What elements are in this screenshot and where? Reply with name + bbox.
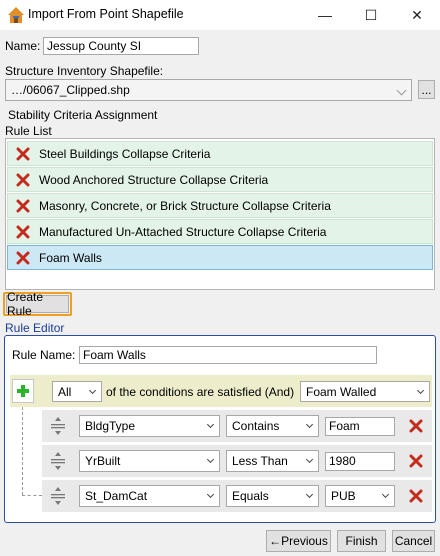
drag-handle-icon[interactable] <box>50 416 66 436</box>
name-input[interactable]: Jessup County SI <box>43 37 199 55</box>
chevron-down-icon <box>305 420 314 429</box>
shapefile-combo[interactable]: …/06067_Clipped.shp <box>5 79 412 101</box>
result-select[interactable]: Foam Walled <box>300 381 430 402</box>
app-house-icon <box>8 7 24 23</box>
rule-name-input[interactable]: Foam Walls <box>79 346 377 364</box>
delete-x-icon <box>409 454 423 468</box>
rule-list-item-label: Foam Walls <box>39 250 102 265</box>
rule-list-item-label: Masonry, Concrete, or Brick Structure Co… <box>39 198 331 213</box>
rule-list-item-label: Manufactured Un-Attached Structure Colla… <box>39 224 327 239</box>
quantifier-value: All <box>58 384 72 399</box>
field-value: YrBuilt <box>85 454 121 468</box>
quantifier-select[interactable]: All <box>52 381 102 402</box>
chevron-down-icon <box>416 386 425 395</box>
value-input[interactable]: Foam <box>325 417 395 436</box>
operator-value: Contains <box>232 419 280 433</box>
shapefile-value: …/06067_Clipped.shp <box>11 83 130 97</box>
minimize-button[interactable]: — <box>302 0 348 30</box>
rule-editor-title: Rule Editor <box>5 321 65 335</box>
finish-button[interactable]: Finish <box>337 530 386 552</box>
rule-list-item[interactable]: Steel Buildings Collapse Criteria <box>7 141 433 166</box>
browse-button[interactable]: ... <box>418 80 435 99</box>
chevron-down-icon <box>396 85 407 96</box>
chevron-down-icon <box>305 455 314 464</box>
remove-condition-button[interactable] <box>404 413 428 439</box>
create-rule-button[interactable]: Create Rule <box>6 290 69 318</box>
chevron-down-icon <box>381 490 390 499</box>
chevron-down-icon <box>206 490 215 499</box>
add-condition-button[interactable] <box>12 379 34 403</box>
close-window-button[interactable]: ✕ <box>394 0 440 30</box>
rule-list-item-label: Steel Buildings Collapse Criteria <box>39 146 211 161</box>
rule-list-item[interactable]: Manufactured Un-Attached Structure Colla… <box>7 219 433 244</box>
field-select[interactable]: BldgType <box>79 415 220 437</box>
delete-x-icon[interactable] <box>16 147 30 161</box>
delete-x-icon <box>409 489 423 503</box>
previous-button[interactable]: ←Previous <box>266 530 331 552</box>
result-value: Foam Walled <box>306 384 377 399</box>
operator-select[interactable]: Equals <box>226 485 319 507</box>
delete-x-icon <box>409 419 423 433</box>
remove-condition-button[interactable] <box>404 483 428 509</box>
chevron-down-icon <box>206 455 215 464</box>
operator-value: Less Than <box>232 454 288 468</box>
rule-list-label: Rule List <box>5 124 52 138</box>
rule-list-item[interactable]: Masonry, Concrete, or Brick Structure Co… <box>7 193 433 218</box>
delete-x-icon[interactable] <box>16 251 30 265</box>
drag-handle-icon[interactable] <box>50 486 66 506</box>
tree-connector-horizontal <box>22 495 42 496</box>
shapefile-label: Structure Inventory Shapefile: <box>5 64 164 78</box>
value-input[interactable]: 1980 <box>325 452 395 471</box>
value-value: PUB <box>331 489 356 503</box>
field-select[interactable]: YrBuilt <box>79 450 220 472</box>
drag-handle-icon[interactable] <box>50 451 66 471</box>
chevron-down-icon <box>88 386 97 395</box>
rule-list-item-selected[interactable]: Foam Walls <box>7 245 433 270</box>
field-value: St_DamCat <box>85 489 148 503</box>
remove-condition-button[interactable] <box>404 448 428 474</box>
operator-value: Equals <box>232 489 269 503</box>
delete-x-icon[interactable] <box>16 225 30 239</box>
tree-connector-vertical <box>22 407 23 495</box>
conditions-text: of the conditions are satisfied (And) <box>106 385 295 399</box>
name-label: Name: <box>5 39 41 53</box>
delete-x-icon[interactable] <box>16 199 30 213</box>
chevron-down-icon <box>206 420 215 429</box>
field-value: BldgType <box>85 419 136 433</box>
rule-name-label: Rule Name: <box>12 348 76 362</box>
cancel-button[interactable]: Cancel <box>392 530 435 552</box>
window-title: Import From Point Shapefile <box>28 7 184 21</box>
delete-x-icon[interactable] <box>16 173 30 187</box>
value-select[interactable]: PUB <box>325 485 395 507</box>
plus-icon <box>17 385 29 397</box>
rule-list-item-label: Wood Anchored Structure Collapse Criteri… <box>39 172 269 187</box>
operator-select[interactable]: Contains <box>226 415 319 437</box>
operator-select[interactable]: Less Than <box>226 450 319 472</box>
maximize-button[interactable]: ☐ <box>348 0 394 30</box>
stability-group-title: Stability Criteria Assignment <box>8 108 158 122</box>
chevron-down-icon <box>305 490 314 499</box>
field-select[interactable]: St_DamCat <box>79 485 220 507</box>
rule-list-item[interactable]: Wood Anchored Structure Collapse Criteri… <box>7 167 433 192</box>
